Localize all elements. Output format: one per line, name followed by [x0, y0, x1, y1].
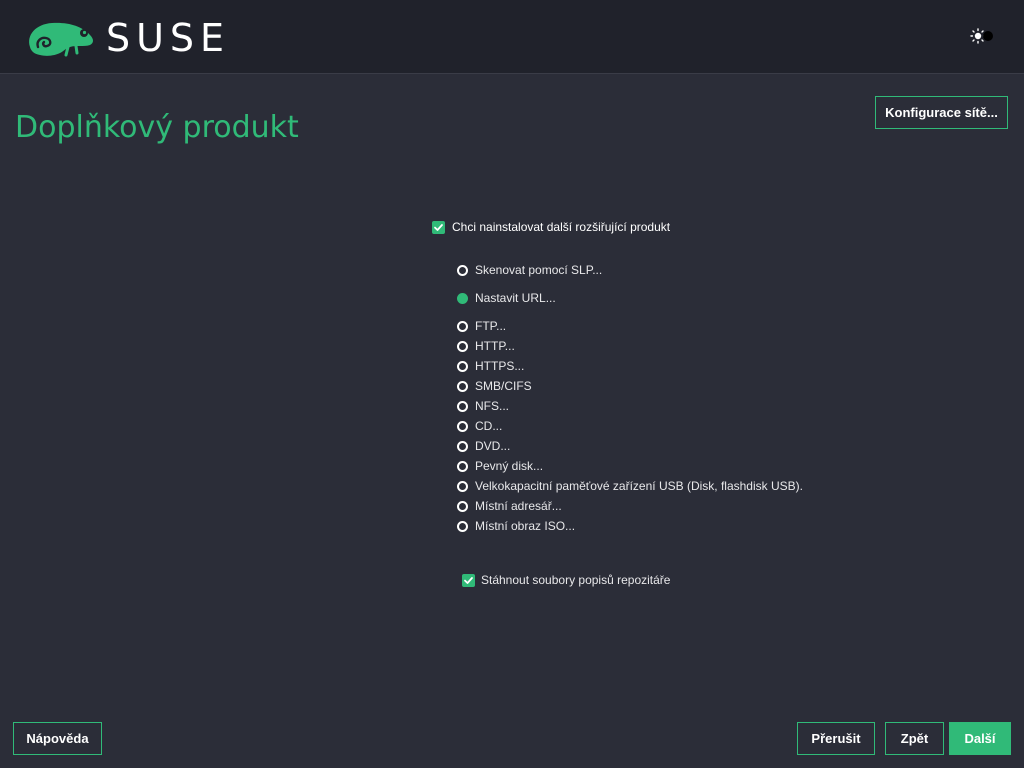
install-addon-checkbox[interactable] — [432, 221, 445, 234]
radio-unselected-icon[interactable] — [457, 520, 468, 532]
source-option-label: Místní obraz ISO... — [475, 519, 576, 533]
theme-toggle[interactable] — [968, 27, 998, 45]
radio-selected-icon[interactable] — [457, 292, 468, 304]
source-option-label: FTP... — [475, 319, 507, 333]
radio-unselected-icon[interactable] — [457, 340, 468, 352]
source-option-label: Skenovat pomocí SLP... — [475, 263, 603, 277]
page-title: Doplňkový produkt — [15, 110, 299, 145]
radio-unselected-icon[interactable] — [457, 400, 468, 412]
radio-unselected-icon[interactable] — [457, 460, 468, 472]
source-option-label: Pevný disk... — [475, 459, 544, 473]
source-option-label: HTTP... — [475, 339, 515, 353]
abort-button[interactable]: Přerušit — [797, 722, 875, 755]
back-button[interactable]: Zpět — [885, 722, 944, 755]
source-option-label: DVD... — [475, 439, 511, 453]
source-option[interactable]: Místní adresář... — [457, 498, 562, 514]
radio-unselected-icon[interactable] — [457, 320, 468, 332]
install-addon-label: Chci nainstalovat další rozšiřující prod… — [452, 220, 671, 234]
download-descriptions-checkbox[interactable] — [462, 574, 475, 587]
radio-unselected-icon[interactable] — [457, 360, 468, 372]
source-option[interactable]: Nastavit URL... — [457, 290, 556, 306]
radio-unselected-icon[interactable] — [457, 480, 468, 492]
source-option[interactable]: NFS... — [457, 398, 509, 414]
source-option[interactable]: SMB/CIFS — [457, 378, 532, 394]
radio-unselected-icon[interactable] — [457, 420, 468, 432]
radio-unselected-icon[interactable] — [457, 264, 468, 276]
source-option[interactable]: Velkokapacitní paměťové zařízení USB (Di… — [457, 478, 803, 494]
next-button[interactable]: Další — [949, 722, 1011, 755]
source-option[interactable]: FTP... — [457, 318, 506, 334]
radio-unselected-icon[interactable] — [457, 440, 468, 452]
source-option-label: Velkokapacitní paměťové zařízení USB (Di… — [475, 479, 803, 493]
source-option[interactable]: HTTP... — [457, 338, 515, 354]
radio-unselected-icon[interactable] — [457, 500, 468, 512]
download-descriptions-label: Stáhnout soubory popisů repozitáře — [481, 573, 671, 587]
top-bar: SUSE — [0, 0, 1024, 74]
source-option[interactable]: Skenovat pomocí SLP... — [457, 262, 602, 278]
source-option[interactable]: Místní obraz ISO... — [457, 518, 575, 534]
source-option-label: Místní adresář... — [475, 499, 562, 513]
source-option-label: SMB/CIFS — [475, 379, 532, 393]
brand-wordmark: SUSE — [106, 16, 231, 60]
source-option-label: CD... — [475, 419, 503, 433]
radio-unselected-icon[interactable] — [457, 380, 468, 392]
source-option[interactable]: Pevný disk... — [457, 458, 543, 474]
network-config-button[interactable]: Konfigurace sítě... — [875, 96, 1008, 129]
sun-moon-icon — [970, 28, 993, 44]
checkmark-icon — [464, 577, 473, 584]
source-option-label: HTTPS... — [475, 359, 525, 373]
source-option[interactable]: CD... — [457, 418, 502, 434]
chameleon-icon — [29, 22, 93, 57]
source-option-label: Nastavit URL... — [475, 291, 556, 305]
source-option-label: NFS... — [475, 399, 510, 413]
checkmark-icon — [434, 224, 443, 231]
source-option[interactable]: HTTPS... — [457, 358, 524, 374]
source-option[interactable]: DVD... — [457, 438, 510, 454]
help-button[interactable]: Nápověda — [13, 722, 102, 755]
suse-logo: SUSE — [24, 17, 230, 59]
